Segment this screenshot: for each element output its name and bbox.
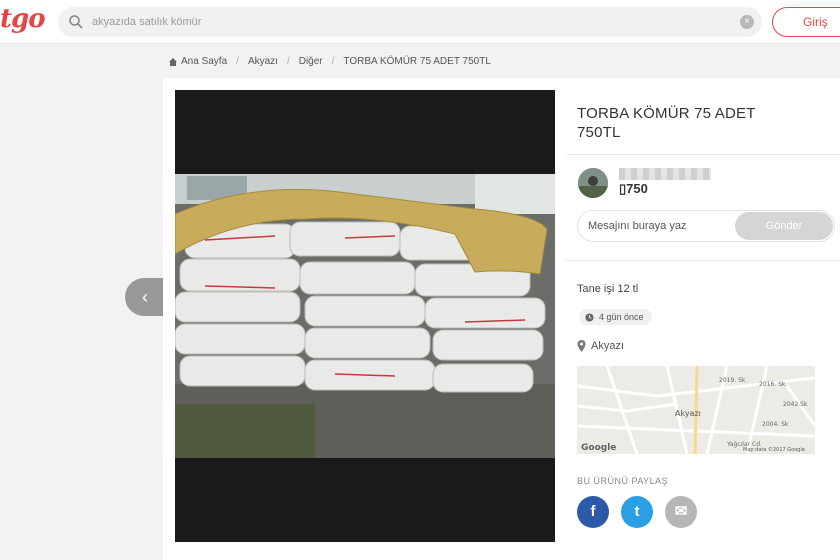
search-bar[interactable]: × (58, 7, 762, 37)
google-logo: Google (581, 443, 616, 453)
breadcrumb: Ana Sayfa / Akyazı / Diğer / TORBA KÖMÜR… (168, 56, 491, 67)
listing-photo[interactable] (175, 174, 555, 458)
location-label: Akyazı (591, 340, 625, 352)
seller-name[interactable] (619, 168, 711, 180)
message-input[interactable] (588, 211, 728, 241)
photo-viewer[interactable] (175, 90, 555, 542)
location-pin-icon (577, 340, 586, 352)
listing-location: Akyazı (577, 340, 624, 352)
breadcrumb-separator: / (236, 56, 239, 67)
listing-price: ▯750 (619, 181, 648, 196)
map-street-label: 2004. Sk (762, 421, 789, 428)
map-street-label: 2019. Sk (719, 377, 746, 384)
map-street-label: 2016. Sk (759, 381, 786, 388)
clock-icon (585, 312, 594, 322)
posted-time-badge: 4 gün önce (579, 309, 652, 325)
avatar-image (578, 168, 608, 198)
email-share-button[interactable]: ✉ (665, 496, 697, 528)
login-button[interactable]: Giriş (772, 7, 840, 37)
listing-card: TORBA KÖMÜR 75 ADET 750TL ▯750 Gönder Ta… (163, 78, 840, 560)
map-street-label: 2042.Sk (783, 401, 808, 408)
send-button[interactable]: Gönder (735, 212, 833, 240)
previous-listing-button[interactable]: ‹ (125, 278, 165, 316)
breadcrumb-category[interactable]: Diğer (299, 56, 323, 67)
site-logo[interactable]: tgo (0, 4, 46, 34)
search-icon (69, 15, 83, 29)
breadcrumb-separator: / (286, 56, 290, 67)
breadcrumb-separator: / (331, 56, 335, 67)
twitter-share-button[interactable]: t (621, 496, 653, 528)
divider (565, 260, 840, 261)
posted-time: 4 gün önce (599, 312, 644, 322)
top-header: tgo × Giriş (0, 0, 840, 44)
message-box: Gönder (577, 210, 835, 242)
seller-avatar[interactable] (578, 168, 608, 198)
listing-description: Tane işi 12 tl (577, 283, 639, 295)
home-icon (169, 57, 177, 66)
breadcrumb-current: TORBA KÖMÜR 75 ADET 750TL (343, 56, 491, 67)
share-label: BU ÜRÜNÜ PAYLAŞ (577, 476, 669, 486)
divider (565, 154, 840, 155)
facebook-share-button[interactable]: f (577, 496, 609, 528)
listing-title: TORBA KÖMÜR 75 ADET 750TL (577, 105, 756, 141)
search-input[interactable] (92, 7, 732, 37)
map-credit: Map data ©2017 Google (743, 446, 805, 453)
clear-search-icon[interactable]: × (740, 15, 754, 29)
map-town-label: Akyazı (675, 409, 701, 418)
breadcrumb-home[interactable]: Ana Sayfa (181, 56, 227, 67)
breadcrumb-city[interactable]: Akyazı (248, 56, 278, 67)
location-map[interactable]: 2019. Sk 2016. Sk 2004. Sk 2042.Sk Yağcı… (577, 366, 815, 454)
